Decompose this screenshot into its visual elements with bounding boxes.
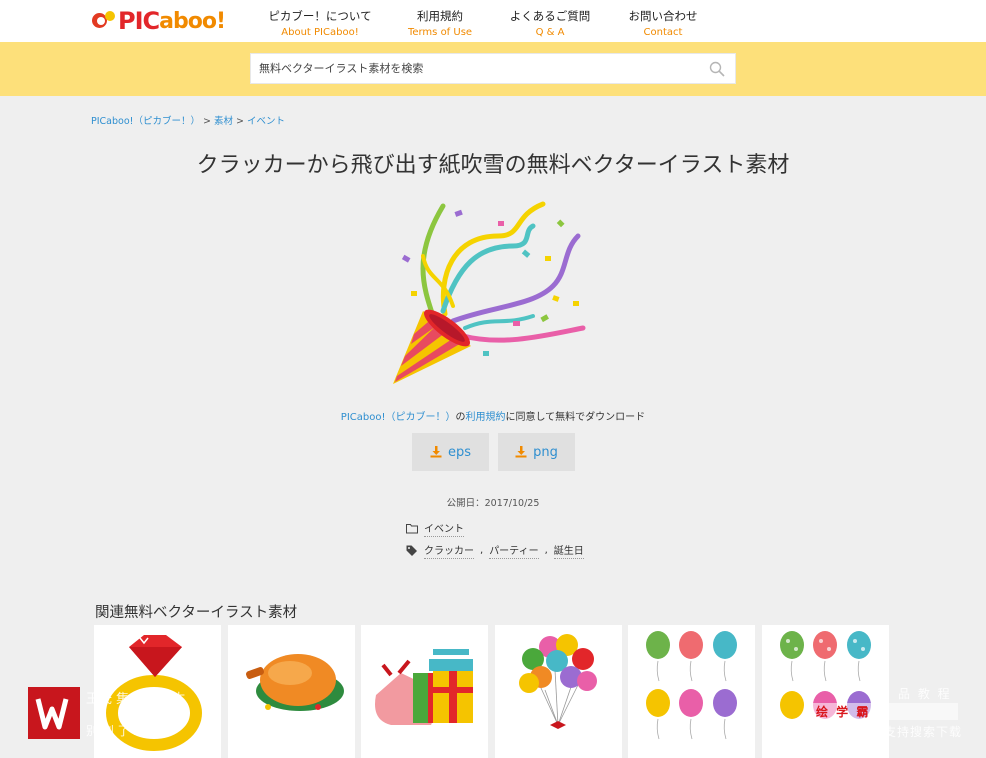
balloons-illustration [646, 631, 737, 740]
published-date: 公開日：2017/10/25 [446, 498, 540, 509]
tags-row: クラッカー , パーティー , 誕生日 [406, 542, 587, 559]
related-thumb-balloons-pattern[interactable] [762, 625, 889, 758]
nav-terms-sublabel: Terms of Use [407, 27, 473, 38]
nav-contact-sublabel: Contact [643, 27, 683, 38]
tag-link[interactable]: クラッカー [424, 542, 474, 559]
nav-faq-label: よくあるご質問 [509, 9, 591, 23]
breadcrumb-home[interactable]: PICaboo!（ピカブー！） [91, 116, 200, 127]
gifts-illustration [375, 649, 473, 725]
tag-separator: , [480, 545, 484, 556]
watermark-text: 品 教 程 [898, 687, 952, 701]
nav-faq-sublabel: Q & A [535, 27, 565, 38]
related-thumb-roast-chicken[interactable] [228, 625, 355, 758]
nav-faq[interactable]: よくあるご質問 Q & A [508, 8, 592, 38]
nav-about-sublabel: About PICaboo! [281, 27, 359, 38]
agreement-text: の [455, 412, 466, 423]
download-icon [515, 446, 527, 458]
breadcrumb-event[interactable]: イベント [247, 116, 285, 127]
download-eps-label: eps [447, 444, 472, 460]
watermark-badge: 绘 学 霸 [812, 703, 958, 720]
folder-icon [406, 524, 418, 534]
nav-about[interactable]: ピカブー！について About PICaboo! [268, 8, 372, 38]
related-section-title: 関連無料ベクターイラスト素材 [95, 605, 298, 621]
site-header: PIC aboo! ピカブー！について About PICaboo! 利用規約 T… [0, 0, 986, 42]
watermark-text: 支持搜索下载 [884, 725, 963, 739]
nav-about-label: ピカブー！について [268, 9, 372, 23]
agreement-terms-link[interactable]: 利用規約 [465, 412, 505, 423]
category-row: イベント [406, 520, 467, 537]
search-box [250, 53, 736, 84]
watermark-badge-label: 绘 学 霸 [816, 705, 871, 719]
logo-text-aboo: aboo! [159, 8, 226, 34]
download-eps-button[interactable]: eps [412, 433, 489, 471]
related-thumb-balloons[interactable] [628, 625, 755, 758]
search-input[interactable] [251, 54, 691, 83]
watermark-logo-icon [28, 687, 80, 739]
logo-text-pic: PIC [118, 7, 160, 35]
watermark-text: 别 创 了 二 [86, 724, 146, 738]
roast-chicken-illustration [240, 654, 344, 711]
tag-link[interactable]: 誕生日 [553, 542, 584, 559]
agreement-site-link[interactable]: PICaboo!（ピカブー！） [341, 412, 456, 423]
tag-link[interactable]: パーティー [489, 542, 539, 559]
logo-mark-icon [92, 11, 116, 31]
download-agreement: PICaboo!（ピカブー！）の利用規約に同意して無料でダウンロード [0, 408, 986, 423]
balloon-bunch-illustration [519, 634, 597, 729]
watermark-text: 王氏 集 以人为本 [86, 692, 186, 707]
category-link[interactable]: イベント [424, 520, 464, 537]
breadcrumb-materials[interactable]: 素材 [214, 116, 233, 127]
download-png-label: png [533, 444, 558, 460]
related-thumb-balloon-bunch[interactable] [495, 625, 622, 758]
related-thumb-gifts[interactable] [361, 625, 488, 758]
nav-contact[interactable]: お問い合わせ Contact [626, 8, 700, 38]
tag-separator: , [544, 545, 548, 556]
site-logo[interactable]: PIC aboo! [92, 7, 226, 35]
agreement-text: に同意して無料でダウンロード [505, 412, 646, 423]
page-title: クラッカーから飛び出す紙吹雪の無料ベクターイラスト素材 [196, 153, 790, 178]
search-band [0, 42, 986, 96]
nav-terms[interactable]: 利用規約 Terms of Use [408, 8, 472, 38]
tag-icon [406, 545, 417, 556]
nav-terms-label: 利用規約 [417, 9, 463, 23]
breadcrumb-separator: > [199, 116, 214, 127]
balloons-pattern-illustration [780, 631, 871, 719]
nav-contact-label: お問い合わせ [628, 9, 698, 23]
search-icon[interactable] [709, 61, 725, 77]
breadcrumb-separator: > [232, 116, 247, 127]
download-png-button[interactable]: png [498, 433, 575, 471]
party-popper-illustration [393, 201, 586, 384]
download-icon [430, 446, 442, 458]
breadcrumb: PICaboo!（ピカブー！） > 素材 > イベント [91, 113, 285, 127]
